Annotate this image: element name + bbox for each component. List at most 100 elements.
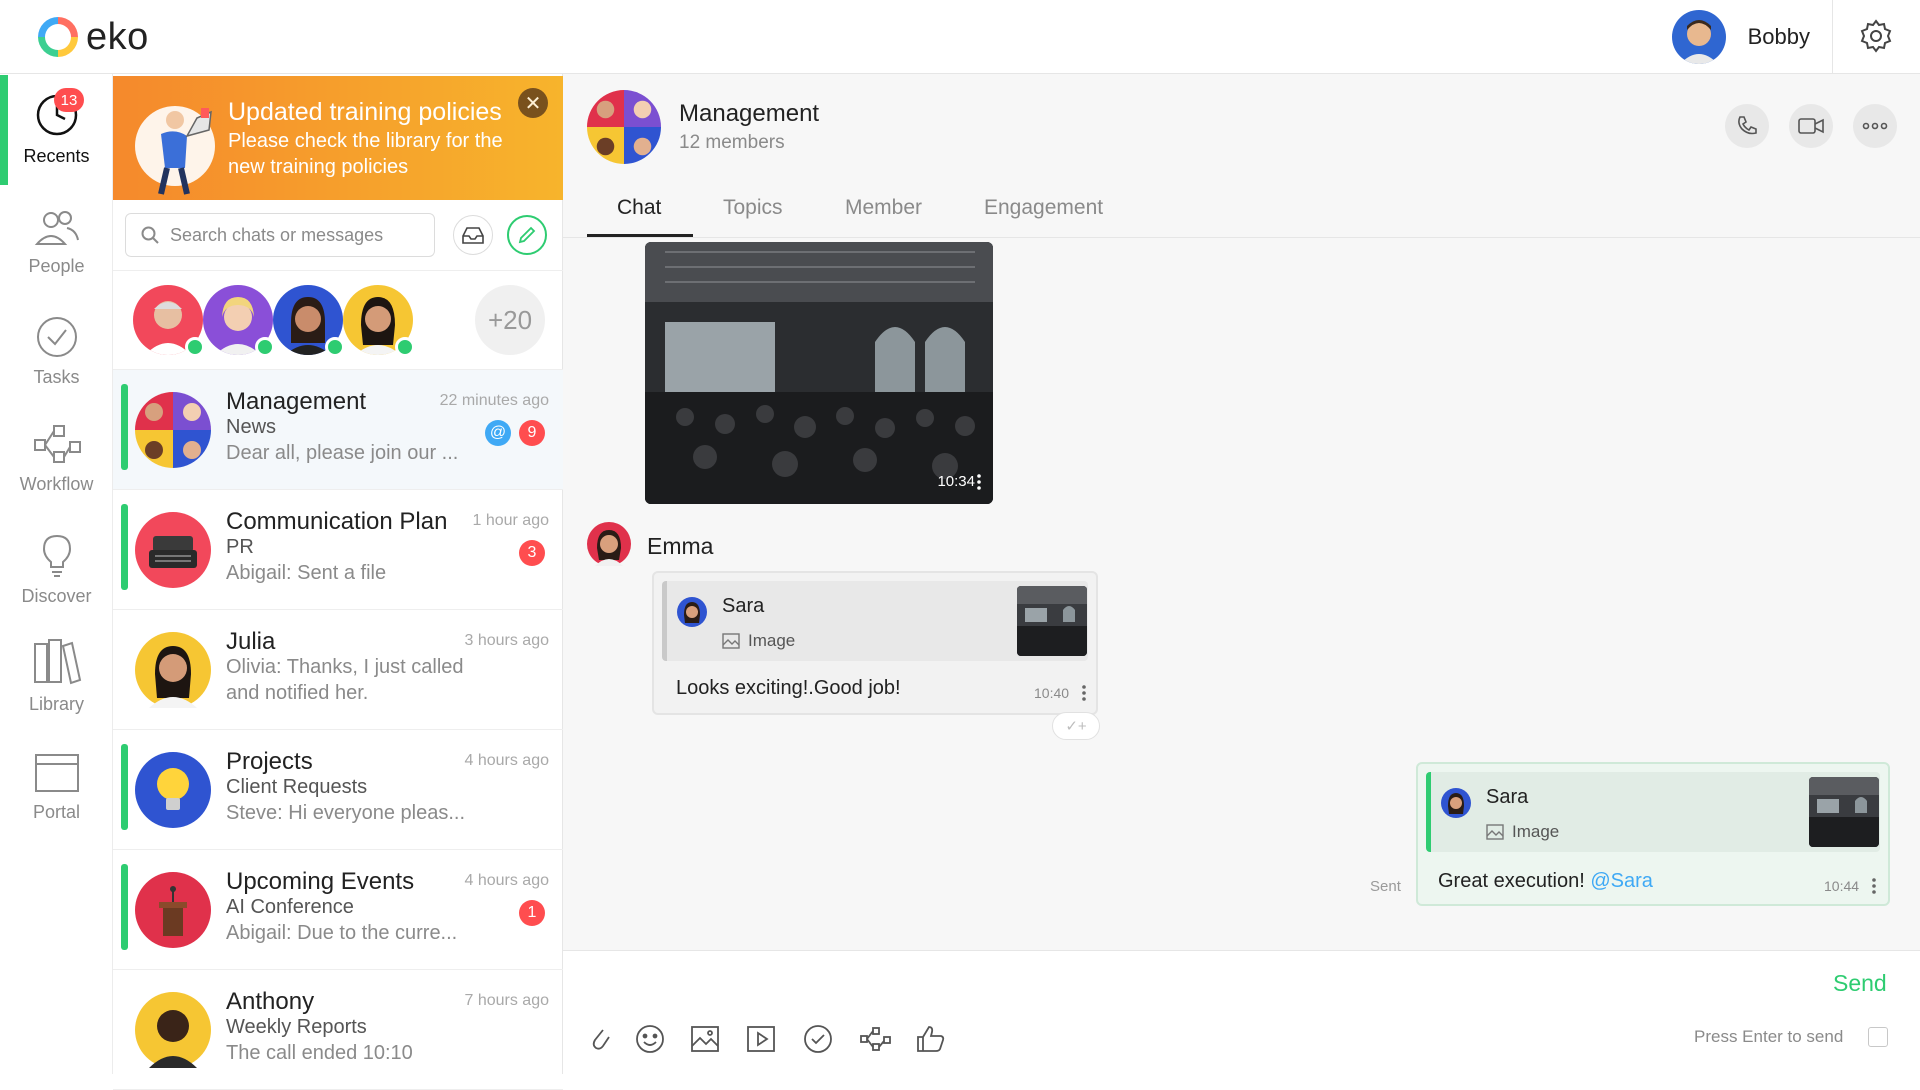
search-input[interactable]: Search chats or messages [125, 213, 435, 257]
tab-member[interactable]: Member [845, 196, 922, 220]
attach-button[interactable] [583, 1022, 617, 1056]
chat-subtitle: Client Requests [226, 776, 368, 798]
contact-avatar[interactable] [133, 285, 205, 357]
announcement-banner[interactable]: Updated training policies Please check t… [113, 76, 563, 200]
chat-preview: Abigail: Due to the curre... [226, 922, 458, 944]
workflow-button[interactable] [858, 1022, 892, 1056]
reply-message[interactable]: Sara Image Looks exciting!.Good job! 10:… [652, 571, 1098, 715]
contact-avatar[interactable] [203, 285, 275, 357]
tab-chat[interactable]: Chat [617, 196, 661, 220]
quoted-image-thumbnail [1017, 586, 1087, 656]
voice-call-button[interactable] [1725, 104, 1769, 148]
contact-avatar[interactable] [273, 285, 345, 357]
compose-button[interactable] [507, 215, 547, 255]
user-menu[interactable]: Bobby [1671, 10, 1810, 64]
chat-subtitle: AI Conference [226, 896, 354, 918]
like-button[interactable] [914, 1022, 948, 1056]
banner-title: Updated training policies [228, 98, 502, 126]
chat-list-item-julia[interactable]: Julia Olivia: Thanks, I just called and … [113, 610, 563, 730]
chat-time: 1 hour ago [472, 512, 549, 529]
recents-badge: 13 [54, 88, 84, 112]
settings-button[interactable] [1856, 16, 1896, 56]
message-time: 10:44 [1824, 878, 1860, 894]
add-reaction-button[interactable]: ✓+ [1052, 712, 1100, 740]
tab-engagement[interactable]: Engagement [984, 196, 1103, 220]
chat-list-item-upcoming-events[interactable]: Upcoming Events AI Conference Abigail: D… [113, 850, 563, 970]
video-upload-button[interactable] [744, 1022, 778, 1056]
nav-label-workflow: Workflow [19, 474, 94, 494]
tab-topics[interactable]: Topics [723, 196, 783, 220]
eko-logo[interactable]: eko [38, 14, 149, 60]
conversation-avatar[interactable] [587, 90, 661, 164]
more-options-button[interactable] [1853, 104, 1897, 148]
video-camera-icon [1798, 118, 1824, 134]
chat-title: Projects [226, 748, 313, 775]
banner-body: Please check the library for the new tra… [228, 130, 503, 178]
active-tab-underline [587, 234, 693, 237]
enter-to-send-checkbox[interactable] [1868, 1027, 1888, 1047]
conference-photo [645, 242, 993, 504]
chat-list-item-management[interactable]: Management News Dear all, please join ou… [113, 370, 563, 490]
message-time: 10:40 [1034, 685, 1070, 701]
nav-item-people[interactable]: People [0, 208, 113, 277]
chat-subtitle: News [226, 416, 277, 438]
online-indicator [395, 337, 415, 357]
more-contacts-button[interactable]: +20 [475, 285, 545, 355]
group-avatar [135, 392, 211, 468]
mention-link[interactable]: @Sara [1590, 870, 1653, 892]
sender-avatar[interactable] [587, 522, 631, 566]
online-indicator [255, 337, 275, 357]
message-text: Great execution! @Sara [1438, 870, 1653, 893]
group-avatar [135, 512, 211, 588]
image-icon [691, 1026, 719, 1052]
unread-bar [121, 744, 128, 830]
image-upload-button[interactable] [688, 1022, 722, 1056]
chat-title: Anthony [226, 988, 315, 1015]
play-box-icon [747, 1026, 775, 1052]
user-name: Bobby [1747, 24, 1810, 49]
browser-window-icon [34, 754, 79, 792]
quoted-message[interactable]: Sara Image [662, 581, 1088, 661]
banner-close-button[interactable]: ✕ [518, 88, 548, 118]
emoji-button[interactable] [633, 1022, 667, 1056]
header-divider [1832, 0, 1833, 74]
nav-label-recents: Recents [23, 146, 90, 166]
contact-avatar[interactable] [343, 285, 415, 357]
sent-message[interactable]: Sara Image Great execution! @Sara 10:44 [1416, 762, 1890, 906]
user-avatar[interactable] [1671, 10, 1726, 64]
unread-badge: 1 [519, 900, 545, 926]
send-button[interactable]: Send [1833, 970, 1887, 997]
workflow-icon [33, 425, 81, 463]
sent-status: Sent [1370, 878, 1401, 895]
nav-item-portal[interactable]: Portal [0, 752, 113, 823]
nav-item-library[interactable]: Library [0, 638, 113, 715]
nav-label-discover: Discover [21, 586, 92, 606]
chat-preview: Abigail: Sent a file [226, 562, 387, 584]
check-circle-icon [36, 317, 77, 357]
quoted-message[interactable]: Sara Image [1426, 772, 1880, 852]
top-bar [0, 0, 1920, 74]
chat-list-item-projects[interactable]: Projects Client Requests Steve: Hi every… [113, 730, 563, 850]
chat-preview: Dear all, please join our ... [226, 442, 459, 464]
unread-badge: 9 [519, 420, 545, 446]
search-icon [141, 226, 159, 244]
pencil-icon [518, 226, 536, 244]
quoted-avatar [677, 597, 707, 627]
nav-item-discover[interactable]: Discover [0, 532, 113, 607]
chat-list-item-communication-plan[interactable]: Communication Plan PR Abigail: Sent a fi… [113, 490, 563, 610]
online-indicator [325, 337, 345, 357]
inbox-button[interactable] [453, 215, 493, 255]
image-message[interactable]: 10:34 [645, 242, 993, 504]
nav-item-workflow[interactable]: Workflow [0, 422, 113, 495]
people-icon [34, 211, 79, 245]
nav-label-people: People [28, 256, 85, 276]
message-menu-icon[interactable] [1872, 878, 1876, 894]
task-button[interactable] [801, 1022, 835, 1056]
message-menu-icon[interactable] [1082, 685, 1086, 701]
nav-item-tasks[interactable]: Tasks [0, 315, 113, 388]
video-call-button[interactable] [1789, 104, 1833, 148]
ellipsis-icon [1862, 122, 1888, 130]
chat-list-item-anthony[interactable]: Anthony Weekly Reports The call ended 10… [113, 970, 563, 1090]
message-menu-icon[interactable] [977, 474, 981, 490]
group-avatar [135, 872, 211, 948]
